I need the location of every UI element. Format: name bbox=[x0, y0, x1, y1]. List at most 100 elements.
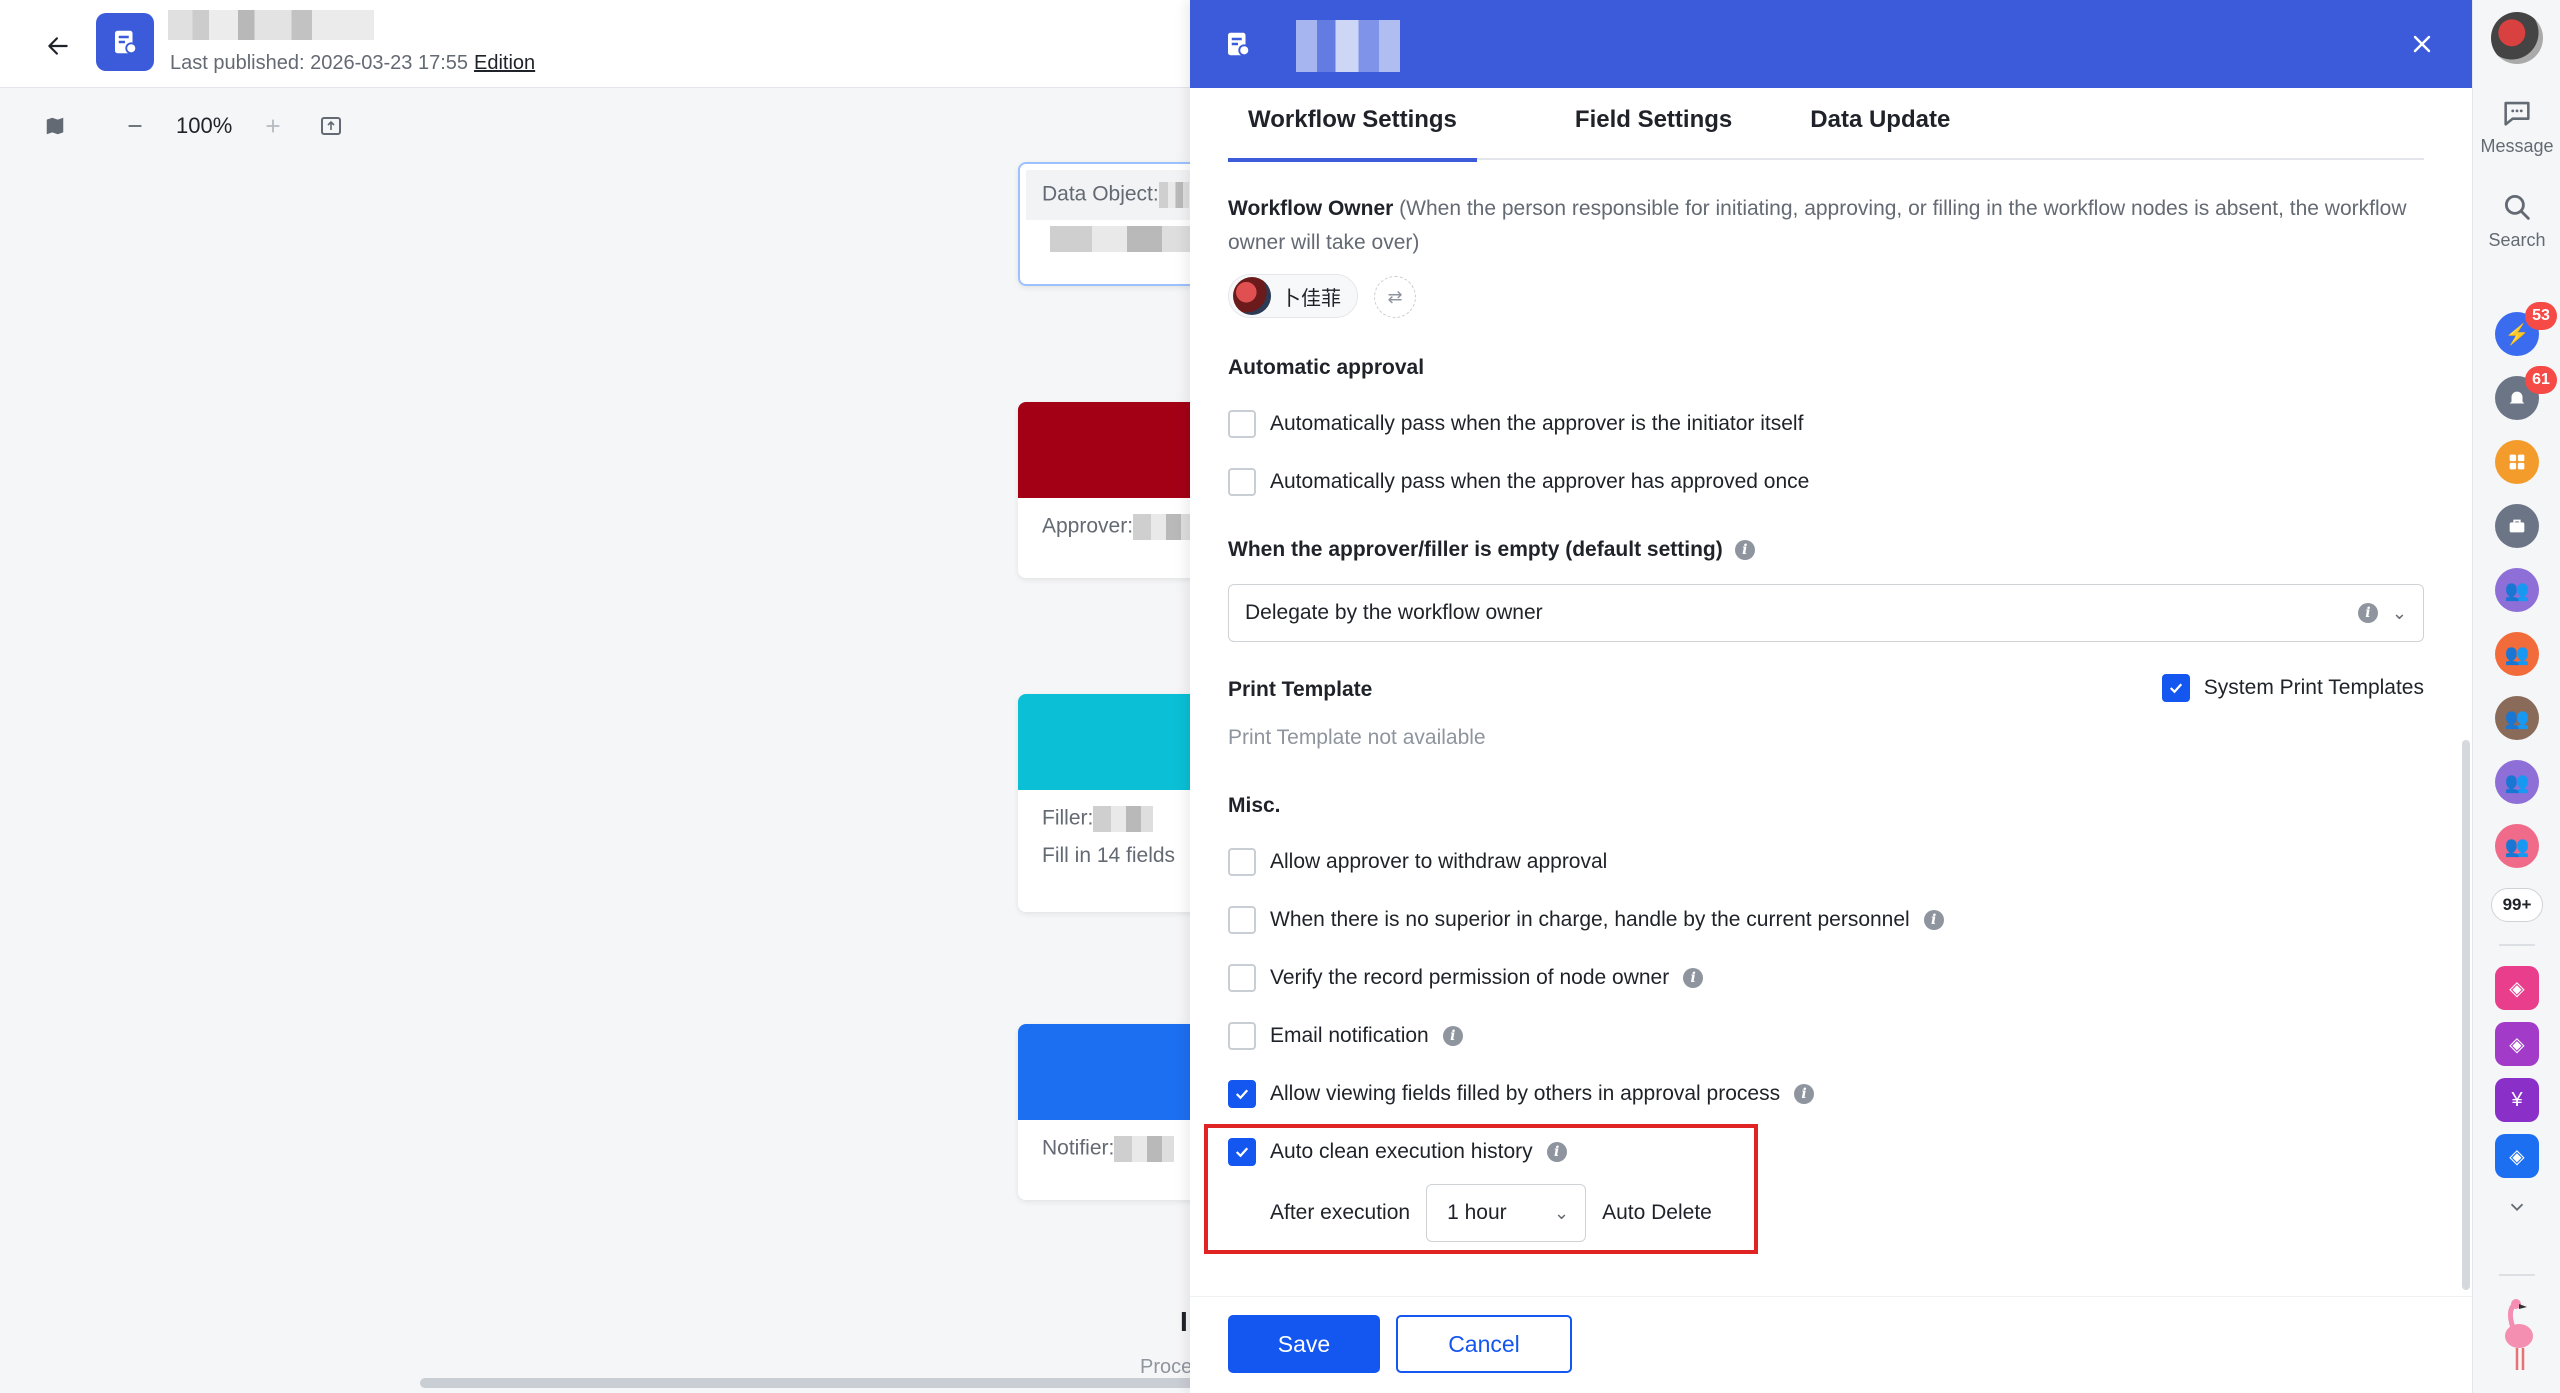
rail-label: Message bbox=[2480, 136, 2554, 156]
rail-app-lightning[interactable]: ⚡ 53 bbox=[2495, 302, 2557, 356]
zoom-in-button[interactable] bbox=[256, 109, 290, 143]
checkbox-label: Automatically pass when the approver is … bbox=[1270, 412, 1804, 435]
rail-app-group-1[interactable]: 👥 bbox=[2495, 568, 2539, 612]
auto-clean-history-row: Auto clean execution history i bbox=[1228, 1138, 1567, 1166]
checkbox-label: When there is no superior in charge, han… bbox=[1270, 908, 1910, 931]
auto-clean-history-checkbox[interactable] bbox=[1228, 1138, 1256, 1166]
select-value: 1 hour bbox=[1447, 1201, 1507, 1224]
canvas-horizontal-scrollbar[interactable] bbox=[420, 1378, 1220, 1388]
checkbox-label: Email notification bbox=[1270, 1024, 1429, 1047]
node-label: Approver: bbox=[1042, 514, 1134, 538]
info-icon[interactable]: i bbox=[2357, 603, 2378, 623]
minimap-button[interactable] bbox=[38, 109, 72, 143]
change-owner-button[interactable]: ⇄ bbox=[1374, 276, 1416, 318]
close-button[interactable] bbox=[2402, 24, 2442, 64]
check-icon bbox=[1235, 1147, 1249, 1158]
app-logo bbox=[96, 13, 154, 71]
zoom-level: 100% bbox=[176, 113, 233, 138]
check-icon bbox=[1235, 1089, 1249, 1100]
verify-permission-checkbox[interactable] bbox=[1228, 964, 1256, 992]
rail-app-bell[interactable]: 61 bbox=[2495, 366, 2557, 420]
no-superior-row: When there is no superior in charge, han… bbox=[1228, 906, 1944, 934]
cancel-button[interactable]: Cancel bbox=[1396, 1315, 1572, 1373]
info-icon[interactable]: i bbox=[1546, 1142, 1567, 1162]
print-template-empty: Print Template not available bbox=[1228, 726, 1486, 749]
auto-pass-initiator-row: Automatically pass when the approver is … bbox=[1228, 410, 1803, 438]
rail-label: Search bbox=[2488, 230, 2546, 250]
briefcase-icon bbox=[2509, 519, 2525, 533]
back-button[interactable] bbox=[38, 26, 78, 66]
drawer-vertical-scrollbar[interactable] bbox=[2462, 740, 2470, 1290]
rail-app-box-1[interactable]: ◈ bbox=[2495, 966, 2539, 1010]
group-icon: 👥 bbox=[2504, 643, 2530, 666]
zoom-out-button[interactable] bbox=[118, 109, 152, 143]
rail-app-grid[interactable] bbox=[2495, 440, 2539, 484]
workflow-settings-panel: Workflow Owner (When the person responsi… bbox=[1204, 160, 2424, 1290]
node-label: Notifier: bbox=[1042, 1136, 1115, 1160]
edition-link[interactable]: Edition bbox=[474, 52, 535, 74]
group-icon: 👥 bbox=[2504, 707, 2530, 730]
settings-tabs: Workflow Settings Field Settings Data Up… bbox=[1228, 88, 2424, 162]
auto-clean-duration-row: After execution 1 hour ⌄ Auto Delete bbox=[1270, 1184, 1712, 1242]
tab-data-update[interactable]: Data Update bbox=[1790, 88, 1970, 160]
chat-bubble-icon bbox=[2504, 101, 2530, 126]
rail-app-group-5[interactable]: 👥 bbox=[2495, 824, 2539, 868]
rail-app-yuan[interactable]: ¥ bbox=[2495, 1078, 2539, 1122]
auto-pass-initiator-checkbox[interactable] bbox=[1228, 410, 1256, 438]
rail-app-box-2[interactable]: ◈ bbox=[2495, 1022, 2539, 1066]
form-doc-icon bbox=[115, 30, 138, 55]
tab-field-settings[interactable]: Field Settings bbox=[1555, 88, 1752, 160]
fit-view-button[interactable] bbox=[314, 109, 348, 143]
section-title: Print Template bbox=[1228, 678, 1373, 701]
right-rail: Message Search ⚡ 53 61 👥 👥 👥 👥 👥 99+ ◈ ◈… bbox=[2472, 0, 2560, 1393]
node-label: Data Object: bbox=[1042, 182, 1159, 206]
rail-app-group-3[interactable]: 👥 bbox=[2495, 696, 2539, 740]
cube-icon: ◈ bbox=[2509, 1145, 2525, 1168]
expand-rail-button[interactable] bbox=[2473, 1196, 2560, 1223]
rail-app-group-4[interactable]: 👥 bbox=[2495, 760, 2539, 804]
owner-chip[interactable]: 卜佳菲 bbox=[1228, 274, 1358, 318]
rail-app-group-2[interactable]: 👥 bbox=[2495, 632, 2539, 676]
rail-app-briefcase[interactable] bbox=[2495, 504, 2539, 548]
info-icon[interactable]: i bbox=[1794, 1084, 1815, 1104]
rail-app-box-3[interactable]: ◈ bbox=[2495, 1134, 2539, 1178]
message-button[interactable]: Message bbox=[2473, 96, 2560, 157]
checkbox-label: Allow viewing fields filled by others in… bbox=[1270, 1082, 1781, 1105]
node-value-redacted bbox=[1050, 226, 1206, 252]
tab-workflow-settings[interactable]: Workflow Settings bbox=[1228, 88, 1477, 162]
node-value-redacted bbox=[1093, 806, 1154, 832]
lightning-icon: ⚡ bbox=[2504, 323, 2530, 346]
no-superior-checkbox[interactable] bbox=[1228, 906, 1256, 934]
system-print-templates-checkbox[interactable] bbox=[2161, 674, 2190, 702]
auto-pass-approved-once-checkbox[interactable] bbox=[1228, 468, 1256, 496]
editor-topbar: Last published: 2026-03-23 17:55 Edition bbox=[0, 0, 1200, 88]
email-notification-checkbox[interactable] bbox=[1228, 1022, 1256, 1050]
avatar[interactable] bbox=[2491, 12, 2543, 64]
group-icon: 👥 bbox=[2504, 771, 2530, 794]
search-button[interactable]: Search bbox=[2473, 190, 2560, 251]
view-others-fields-checkbox[interactable] bbox=[1228, 1080, 1256, 1108]
form-title-redacted bbox=[168, 10, 374, 40]
verify-permission-row: Verify the record permission of node own… bbox=[1228, 964, 1704, 992]
close-icon bbox=[2413, 35, 2431, 53]
swap-icon: ⇄ bbox=[1387, 286, 1403, 307]
info-icon[interactable]: i bbox=[1734, 540, 1755, 560]
node-label: Filler: bbox=[1042, 806, 1094, 830]
withdraw-approval-checkbox[interactable] bbox=[1228, 848, 1256, 876]
cleanup-duration-select[interactable]: 1 hour ⌄ bbox=[1426, 1184, 1587, 1242]
notification-badge: 53 bbox=[2525, 302, 2557, 330]
more-chats-badge[interactable]: 99+ bbox=[2491, 888, 2543, 922]
canvas-fragment: I bbox=[1180, 1306, 1188, 1337]
info-icon[interactable]: i bbox=[1683, 968, 1704, 988]
info-icon[interactable]: i bbox=[1923, 910, 1944, 930]
checkbox-label: Verify the record permission of node own… bbox=[1270, 966, 1670, 989]
settings-drawer: Workflow Settings Field Settings Data Up… bbox=[1190, 0, 2472, 1393]
fit-screen-icon bbox=[321, 117, 342, 135]
flamingo-mascot-icon[interactable] bbox=[2493, 1296, 2541, 1376]
empty-approver-select[interactable]: Delegate by the workflow owner i ⌄ bbox=[1228, 584, 2424, 642]
drawer-header bbox=[1190, 0, 2472, 88]
info-icon[interactable]: i bbox=[1442, 1026, 1463, 1046]
auto-pass-approved-once-row: Automatically pass when the approver has… bbox=[1228, 468, 1809, 496]
save-button[interactable]: Save bbox=[1228, 1315, 1380, 1373]
drawer-title-redacted bbox=[1296, 20, 1400, 72]
